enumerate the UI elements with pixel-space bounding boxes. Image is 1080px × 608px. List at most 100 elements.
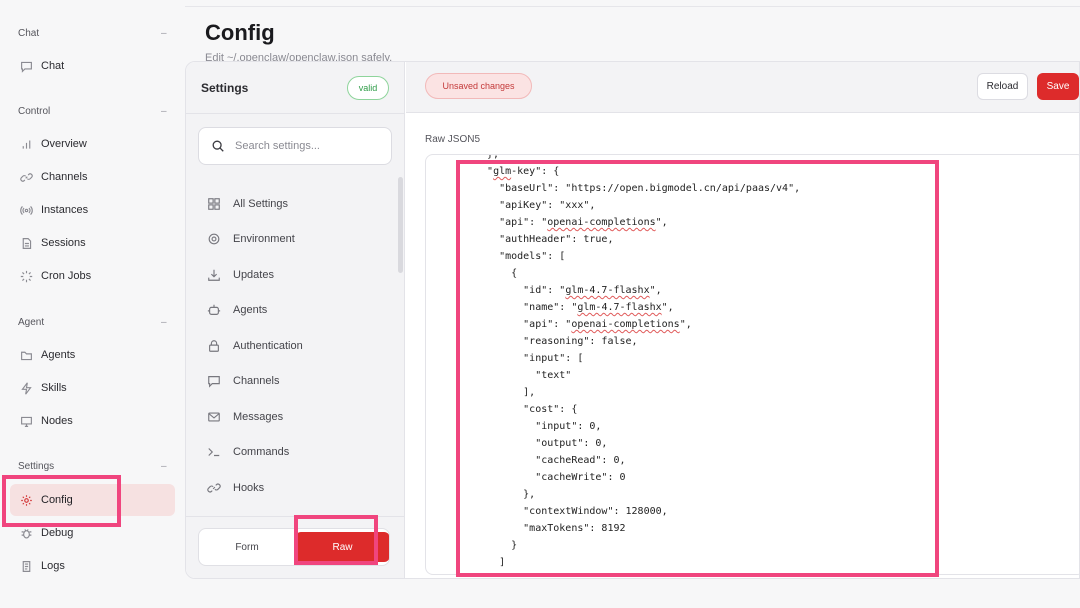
code-line: "cacheRead": 0, [475,455,626,466]
sidebar-item-label: Debug [41,527,74,539]
settings-item-label: Agents [233,304,268,316]
code-line: }, [475,154,500,160]
settings-item-updates[interactable]: Updates [206,263,274,287]
sidebar-item-instances[interactable]: Instances [10,194,175,226]
nav-group-settings[interactable]: Settings – [18,461,167,472]
collapse-icon[interactable]: – [161,317,167,328]
code-line: "reasoning": false, [475,336,638,347]
save-button[interactable]: Save [1037,73,1079,100]
settings-item-label: Updates [233,269,274,281]
code-line: "maxTokens": 8192 [475,523,626,534]
settings-item-label: Channels [233,375,280,387]
search-box[interactable] [198,127,392,165]
divider [186,113,405,114]
settings-title: Settings [201,81,249,95]
sidebar-nav: Chat – Chat Control – Overview Channels In… [0,0,185,608]
sidebar-item-overview[interactable]: Overview [10,128,175,160]
top-divider [185,6,1080,7]
scroll-icon [19,559,33,573]
folder-icon [19,348,33,362]
raw-json-editor[interactable]: }, "glm-key": { "baseUrl": "https://open… [425,154,1079,575]
link-icon [19,170,33,184]
settings-item-label: All Settings [233,198,289,210]
code-line: "contextWindow": 128000, [475,506,668,517]
form-mode-button[interactable]: Form [199,529,295,565]
grid-icon [206,197,221,212]
unsaved-changes-badge: Unsaved changes [425,73,532,99]
search-input[interactable] [235,140,385,152]
nav-group-label: Agent [18,317,45,328]
scrollbar-thumb[interactable] [398,177,403,273]
sidebar-item-label: Nodes [41,415,73,427]
settings-item-label: Messages [233,411,284,423]
collapse-icon[interactable]: – [161,106,167,117]
sidebar-item-agents[interactable]: Agents [10,339,175,371]
settings-item-label: Environment [233,233,295,245]
code-line: "name": "glm-4.7-flashx", [475,302,674,313]
code-line: "text" [475,370,572,381]
code-line: "input": 0, [475,421,602,432]
sidebar-item-config[interactable]: Config [10,484,175,516]
loader-icon [19,269,33,283]
nav-group-agent[interactable]: Agent – [18,317,167,328]
sidebar-item-label: Channels [41,171,88,183]
code-line: { [475,268,518,279]
settings-item-all-settings[interactable]: All Settings [206,192,288,216]
code-line: "input": [ [475,353,584,364]
sidebar-item-label: Logs [41,560,65,572]
settings-item-messages[interactable]: Messages [206,405,283,429]
settings-item-authentication[interactable]: Authentication [206,334,303,358]
nav-group-chat[interactable]: Chat – [18,28,167,39]
code-line: "api": "openai-completions", [475,319,692,330]
raw-mode-button[interactable]: Raw [295,532,389,562]
nav-group-label: Control [18,106,51,117]
nav-group-label: Chat [18,28,40,39]
document-icon [19,236,33,250]
mode-toggle: Form Raw [198,528,390,566]
settings-sidebar: Settings valid All Settings Environment … [186,62,405,578]
code-line: "output": 0, [475,438,608,449]
gear-icon [206,232,221,247]
code-content[interactable]: }, "glm-key": { "baseUrl": "https://open… [475,154,801,571]
chat-bubble-icon [19,59,33,73]
page-subtitle: Edit ~/.openclaw/openclaw.json safely. [205,52,393,61]
sidebar-item-logs[interactable]: Logs [10,550,175,582]
code-line: } [475,540,518,551]
collapse-icon[interactable]: – [161,461,167,472]
sidebar-item-cron-jobs[interactable]: Cron Jobs [10,260,175,292]
collapse-icon[interactable]: – [161,28,167,39]
settings-item-channels[interactable]: Channels [206,369,279,393]
nav-group-control[interactable]: Control – [18,106,167,117]
code-line: "authHeader": true, [475,234,614,245]
code-line: "baseUrl": "https://open.bigmodel.cn/api… [475,183,801,194]
divider [186,516,405,517]
lightning-icon [19,381,33,395]
robot-icon [206,303,221,318]
settings-item-label: Authentication [233,340,303,352]
code-line: "apiKey": "xxx", [475,200,596,211]
sidebar-item-chat[interactable]: Chat [10,50,175,82]
nav-group-label: Settings [18,461,55,472]
sidebar-item-label: Skills [41,382,67,394]
sidebar-item-channels[interactable]: Channels [10,161,175,193]
settings-item-label: Hooks [233,482,265,494]
code-line: "cost": { [475,404,578,415]
chat-bubble-icon [206,374,221,389]
sidebar-item-label: Config [41,494,73,506]
search-icon [211,139,225,153]
code-line: "api": "openai-completions", [475,217,668,228]
settings-item-agents[interactable]: Agents [206,298,267,322]
sidebar-item-skills[interactable]: Skills [10,372,175,404]
code-line: }, [475,489,536,500]
sidebar-item-label: Agents [41,349,76,361]
settings-item-environment[interactable]: Environment [206,227,295,251]
settings-item-hooks[interactable]: Hooks [206,476,264,500]
reload-button[interactable]: Reload [977,73,1028,100]
settings-item-commands[interactable]: Commands [206,440,289,464]
sidebar-item-label: Sessions [41,237,86,249]
sidebar-item-nodes[interactable]: Nodes [10,405,175,437]
sidebar-item-debug[interactable]: Debug [10,517,175,549]
sidebar-item-sessions[interactable]: Sessions [10,227,175,259]
editor-toolbar: Unsaved changes Reload Save [406,62,1079,113]
gear-icon [19,493,33,507]
